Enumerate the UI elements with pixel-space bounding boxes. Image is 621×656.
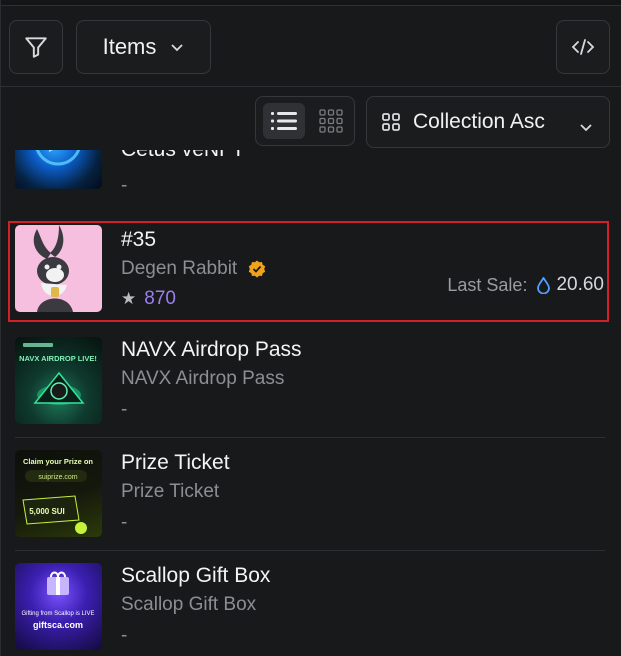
item-thumbnail [15, 150, 102, 189]
panel: Items Collection Asc - #35 Degen Rabbit … [0, 0, 621, 656]
item-subtitle: NAVX Airdrop Pass [121, 368, 285, 389]
grid-view-icon [319, 109, 343, 133]
row-divider [15, 550, 605, 551]
item-title: NAVX Airdrop Pass [121, 338, 302, 361]
list-view-icon [271, 112, 297, 130]
item-subtitle: Prize Ticket [121, 481, 220, 502]
top-border [1, 0, 621, 6]
filter-icon [25, 37, 47, 58]
embed-code-button[interactable] [556, 20, 610, 74]
item-meta: - [121, 175, 128, 196]
thumb-caption: NAVX AIRDROP LIVE! [19, 354, 97, 363]
item-meta: - [121, 512, 128, 533]
items-dropdown[interactable]: Items [76, 20, 211, 74]
item-meta: - [121, 399, 128, 420]
item-list: Cetus veNFT - #35 Degen Rabbit [1, 150, 621, 656]
chevron-down-icon [170, 39, 184, 55]
sort-dropdown-label: Collection Asc [413, 110, 545, 133]
thumb-caption: Claim your Prize on [23, 457, 93, 466]
item-thumbnail: Gifting from Scallop is LIVE giftsca.com [15, 563, 102, 650]
item-thumbnail: Claim your Prize on suiprize.com 5,000 S… [15, 450, 102, 537]
item-title: Cetus veNFT [121, 150, 245, 162]
item-title: Scallop Gift Box [121, 564, 271, 587]
sort-dropdown[interactable]: Collection Asc [366, 96, 610, 148]
row-divider [15, 437, 605, 438]
thumb-caption: giftsca.com [33, 620, 83, 630]
list-view-button[interactable] [263, 103, 305, 139]
filter-button[interactable] [9, 20, 63, 74]
chevron-down-icon [579, 114, 593, 138]
thumb-caption: Gifting from Scallop is LIVE [21, 611, 94, 617]
grid-view-button[interactable] [312, 103, 350, 139]
item-subtitle: Scallop Gift Box [121, 594, 257, 615]
toolbar-divider [1, 86, 621, 87]
items-dropdown-label: Items [102, 34, 157, 59]
thumb-caption: suiprize.com [38, 474, 77, 481]
item-title: Prize Ticket [121, 451, 230, 474]
item-meta: - [121, 625, 128, 646]
item-thumbnail: NAVX AIRDROP LIVE! [15, 337, 102, 424]
thumb-caption: 5,000 SUI [29, 507, 65, 516]
code-icon [571, 39, 595, 55]
grid-sort-icon [381, 112, 401, 132]
view-toggle [255, 96, 355, 146]
selection-highlight [8, 221, 609, 322]
